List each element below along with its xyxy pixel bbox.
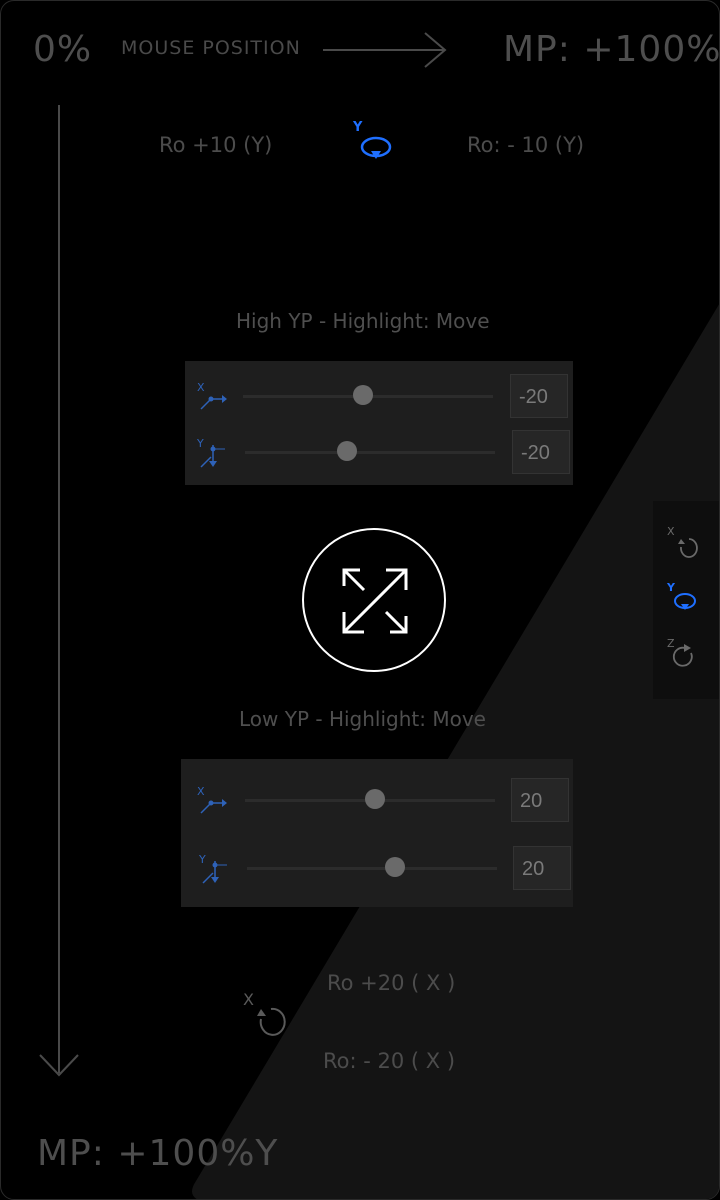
- slider-value-input[interactable]: -20: [510, 374, 568, 418]
- rotation-minus-x-label: Ro: - 20 ( X ): [323, 1049, 456, 1073]
- mouse-position-y: MP: +100%Y: [37, 1133, 279, 1174]
- rotate-y-icon[interactable]: Y: [665, 579, 701, 615]
- svg-text:Y: Y: [666, 581, 676, 594]
- slider-track[interactable]: [247, 867, 497, 870]
- x-move-icon: X: [197, 785, 227, 814]
- mouse-position-x: MP: +100%X: [503, 29, 720, 70]
- rotation-plus-y-label: Ro +10 (Y): [159, 133, 273, 157]
- slider-row-y: Y -20: [185, 425, 573, 479]
- rotate-x-icon: X: [243, 990, 286, 1036]
- high-slider-panel: X -20 Y -20: [185, 361, 573, 485]
- arrow-right-icon: [323, 32, 447, 68]
- slider-track[interactable]: [245, 451, 495, 454]
- slider-value-input[interactable]: 20: [513, 846, 571, 890]
- slider-value-input[interactable]: -20: [512, 430, 570, 474]
- arrow-down-icon: [39, 105, 79, 1077]
- svg-text:Y: Y: [198, 853, 206, 866]
- svg-text:X: X: [197, 785, 205, 798]
- low-slider-panel: X 20 Y 20: [181, 759, 573, 907]
- slider-row-x: X -20: [185, 369, 573, 423]
- x-move-icon: X: [197, 381, 227, 410]
- slider-value-input[interactable]: 20: [511, 778, 569, 822]
- slider-thumb[interactable]: [353, 385, 373, 405]
- svg-text:X: X: [243, 990, 254, 1009]
- rotate-x-icon[interactable]: X: [665, 523, 701, 559]
- slider-thumb[interactable]: [385, 857, 405, 877]
- expand-button[interactable]: [302, 528, 446, 672]
- mouse-position-start: 0%: [33, 29, 93, 70]
- low-section-title: Low YP - Highlight: Move: [239, 707, 486, 731]
- svg-text:Y: Y: [196, 437, 204, 450]
- expand-arrows-icon: [342, 568, 408, 634]
- svg-text:X: X: [667, 525, 675, 538]
- rotate-z-icon[interactable]: Z: [665, 635, 701, 671]
- rotation-minus-y-label: Ro: - 10 (Y): [467, 133, 585, 157]
- slider-row-x: X 20: [181, 773, 573, 827]
- rotation-axis-sidebar: X Y Z: [653, 501, 719, 699]
- rotation-plus-x-label: Ro +20 ( X ): [327, 971, 456, 995]
- svg-text:Z: Z: [667, 637, 675, 650]
- app-frame: 0% MOUSE POSITION MP: +100%X Ro +10 (Y) …: [0, 0, 720, 1200]
- mouse-position-title: MOUSE POSITION: [121, 37, 301, 59]
- rotate-y-icon: Y: [352, 120, 392, 159]
- high-section-title: High YP - Highlight: Move: [236, 309, 490, 333]
- slider-thumb[interactable]: [365, 789, 385, 809]
- svg-text:X: X: [197, 381, 205, 394]
- slider-thumb[interactable]: [337, 441, 357, 461]
- y-move-icon: Y: [198, 853, 227, 884]
- svg-text:Y: Y: [352, 120, 363, 135]
- y-move-icon: Y: [196, 437, 225, 468]
- slider-row-y: Y 20: [181, 841, 573, 895]
